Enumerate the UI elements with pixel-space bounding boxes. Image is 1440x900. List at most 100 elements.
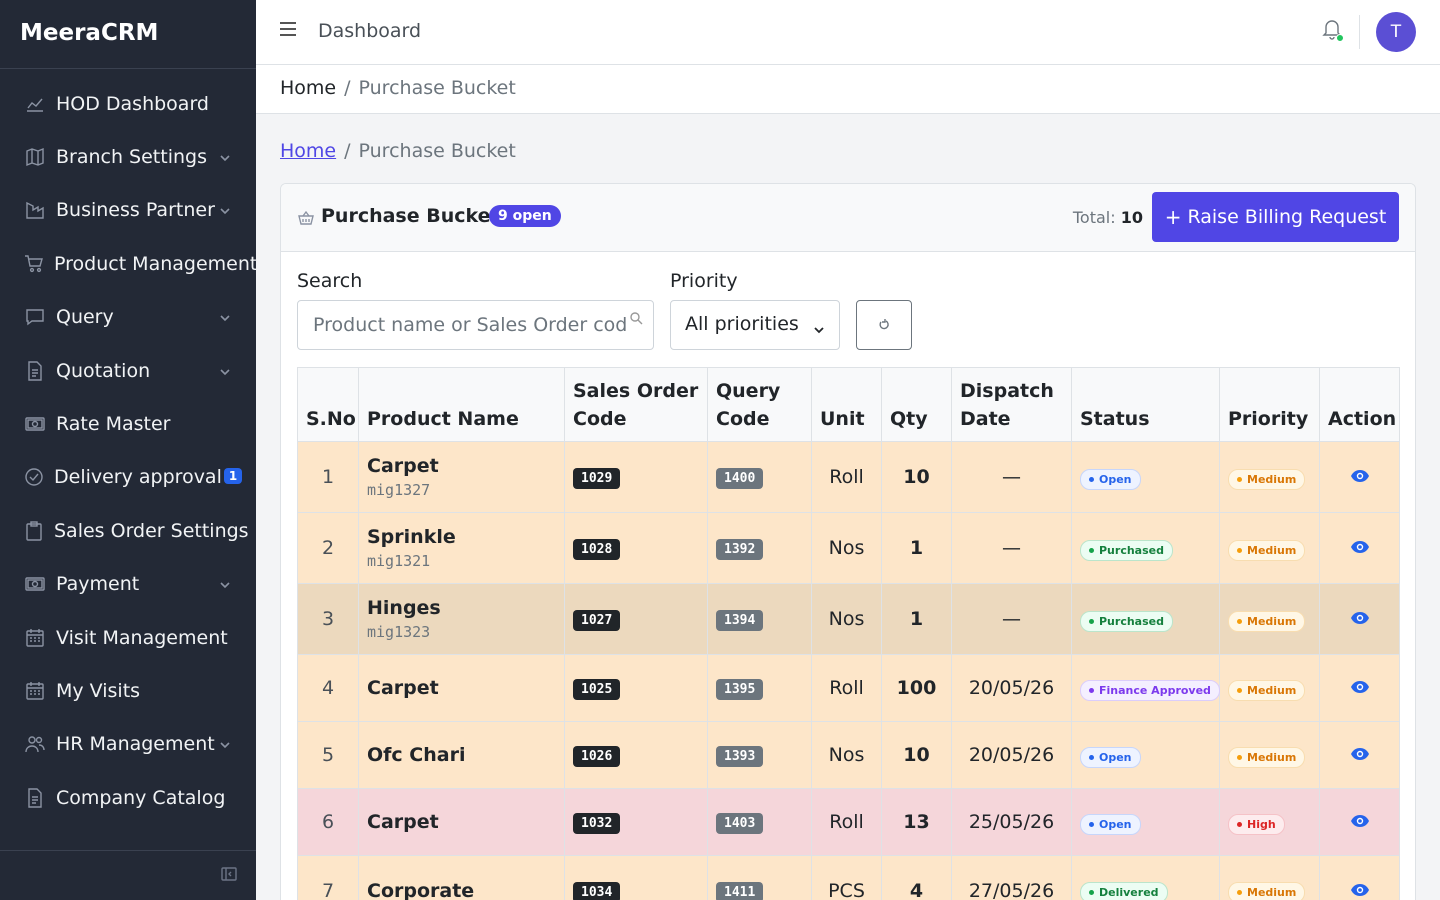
view-eye-icon[interactable]: [1350, 537, 1370, 553]
sidebar-item-visit-management[interactable]: Visit Management: [0, 611, 256, 664]
view-eye-icon[interactable]: [1350, 608, 1370, 624]
cart-icon: [24, 253, 44, 275]
status-text: Finance Approved: [1099, 683, 1211, 697]
breadcrumb-home[interactable]: Home: [280, 77, 336, 99]
reset-icon: [879, 319, 889, 330]
cell-unit: PCS: [811, 855, 882, 900]
chevron-down-icon[interactable]: [218, 150, 232, 164]
cell-priority: High: [1219, 788, 1320, 856]
view-eye-icon[interactable]: [1350, 744, 1370, 760]
cell-product: Carpet mig1327: [358, 441, 565, 513]
cell-unit: Nos: [811, 721, 882, 789]
status-text: Purchased: [1099, 543, 1164, 557]
sidebar-item-branch-settings[interactable]: Branch Settings: [0, 130, 256, 183]
sidebar-item-label: Company Catalog: [56, 786, 226, 809]
breadcrumb-home-link[interactable]: Home: [280, 140, 336, 162]
table-row[interactable]: 3 Hinges mig1323 1027 1394 Nos 1— Purchased Medi…: [297, 583, 1400, 655]
table-row[interactable]: 2 Sprinkle mig1321 1028 1392 Nos 1— Purchased Me…: [297, 512, 1400, 584]
header-unit[interactable]: Unit: [811, 367, 882, 442]
view-eye-icon[interactable]: [1350, 811, 1370, 827]
cell-sales-order-code: 1025: [564, 654, 708, 722]
priority-badge: Medium: [1228, 679, 1306, 701]
priority-text: High: [1247, 817, 1276, 831]
sidebar-item-quotation[interactable]: Quotation: [0, 344, 256, 397]
chevron-down-icon[interactable]: [218, 737, 232, 751]
product-name: Carpet: [367, 455, 439, 477]
status-text: Open: [1099, 817, 1132, 831]
breadcrumb-separator: /: [344, 77, 351, 99]
sales-order-code-badge: 1025: [573, 679, 621, 700]
header-product-name[interactable]: Product Name: [358, 367, 565, 442]
table-row[interactable]: 1 Carpet mig1327 1029 1400 Roll 10— Open Medium: [297, 441, 1400, 513]
cell-sno: 4: [297, 654, 359, 722]
cell-action: [1319, 788, 1400, 856]
cell-sales-order-code: 1034: [564, 855, 708, 900]
priority-badge: Medium: [1228, 610, 1306, 632]
sidebar-item-badge: 1: [223, 468, 243, 485]
reset-filters-button[interactable]: [856, 300, 912, 350]
cell-priority: Medium: [1219, 855, 1320, 900]
sidebar-item-sales-order-settings[interactable]: Sales Order Settings: [0, 504, 256, 557]
cell-dispatch-date: —: [951, 441, 1072, 513]
sidebar-item-hr-management[interactable]: HR Management: [0, 718, 256, 771]
sidebar-item-delivery-approval[interactable]: Delivery approval 1: [0, 451, 256, 504]
table-row[interactable]: 4 Carpet 1025 1395 Roll 100 20/05/26 Finance Ap…: [297, 654, 1400, 722]
query-code-badge: 1403: [716, 813, 764, 834]
raise-billing-request-button[interactable]: + Raise Billing Request: [1152, 192, 1399, 242]
notification-bell-icon[interactable]: [1322, 18, 1344, 42]
chevron-down-icon: [813, 319, 825, 334]
header-qty[interactable]: Qty: [881, 367, 952, 442]
priority-badge: Medium: [1228, 746, 1306, 768]
search-input[interactable]: [298, 301, 628, 349]
header-status[interactable]: Status: [1071, 367, 1220, 442]
cash-icon: [24, 573, 46, 595]
view-eye-icon[interactable]: [1350, 466, 1370, 482]
sidebar-item-hod-dashboard[interactable]: HOD Dashboard: [0, 77, 256, 130]
sidebar-item-product-management[interactable]: Product Management: [0, 237, 257, 290]
menu-toggle-icon[interactable]: [280, 22, 298, 40]
header-sales-order-code[interactable]: Sales Order Code: [564, 367, 708, 442]
product-name: Carpet: [367, 677, 439, 699]
sidebar-item-rate-master[interactable]: Rate Master: [0, 397, 256, 450]
sidebar-item-my-visits[interactable]: My Visits: [0, 664, 256, 717]
status-text: Open: [1099, 750, 1132, 764]
cell-sales-order-code: 1032: [564, 788, 708, 856]
view-eye-icon[interactable]: [1350, 677, 1370, 693]
chevron-down-icon[interactable]: [218, 577, 232, 591]
table-row[interactable]: 5 Ofc Chari 1026 1393 Nos 10 20/05/26 Open Mediu…: [297, 721, 1400, 789]
cell-sales-order-code: 1027: [564, 583, 708, 655]
priority-select[interactable]: All priorities: [670, 300, 840, 350]
view-eye-icon[interactable]: [1350, 880, 1370, 896]
clipboard-icon: [24, 520, 44, 542]
sidebar-item-payment[interactable]: Payment: [0, 558, 256, 611]
sidebar-item-label: Business Partner: [56, 199, 215, 222]
sidebar-item-query[interactable]: Query: [0, 291, 256, 344]
chevron-down-icon[interactable]: [218, 310, 232, 324]
header-sno[interactable]: S.No: [297, 367, 359, 442]
cell-dispatch-date: 27/05/26: [951, 855, 1072, 900]
chevron-down-icon[interactable]: [218, 203, 232, 217]
table-row[interactable]: 6 Carpet 1032 1403 Roll 13 25/05/26 Open High: [297, 788, 1400, 856]
priority-selected-value: All priorities: [685, 313, 799, 335]
plus-icon: +: [1164, 205, 1182, 229]
breadcrumb: Home / Purchase Bucket: [256, 65, 1440, 114]
collapse-sidebar-icon[interactable]: [220, 865, 240, 885]
chart-line-icon: [24, 93, 46, 115]
header-priority[interactable]: Priority: [1219, 367, 1320, 442]
header-dispatch-date[interactable]: Dispatch Date: [951, 367, 1072, 442]
query-code-badge: 1395: [716, 679, 764, 700]
brand-logo[interactable]: MeeraCRM: [0, 0, 256, 69]
avatar[interactable]: T: [1376, 12, 1416, 52]
product-code: mig1327: [367, 481, 431, 499]
purchase-bucket-card: Purchase Bucket 9 open Total: 10 + Raise…: [280, 183, 1416, 900]
table-row[interactable]: 7 Corporate 1034 1411 PCS 4 27/05/26 Delivered M…: [297, 855, 1400, 900]
chevron-down-icon[interactable]: [218, 364, 232, 378]
sidebar-item-label: HOD Dashboard: [56, 92, 209, 115]
header-action: Action: [1319, 367, 1400, 442]
status-badge: Open: [1080, 746, 1141, 768]
sales-order-code-badge: 1032: [573, 813, 621, 834]
header-query-code[interactable]: Query Code: [707, 367, 812, 442]
sidebar-item-company-catalog[interactable]: Company Catalog: [0, 771, 256, 824]
sidebar-item-business-partner[interactable]: Business Partner: [0, 184, 256, 237]
topbar: Dashboard T: [256, 0, 1440, 65]
